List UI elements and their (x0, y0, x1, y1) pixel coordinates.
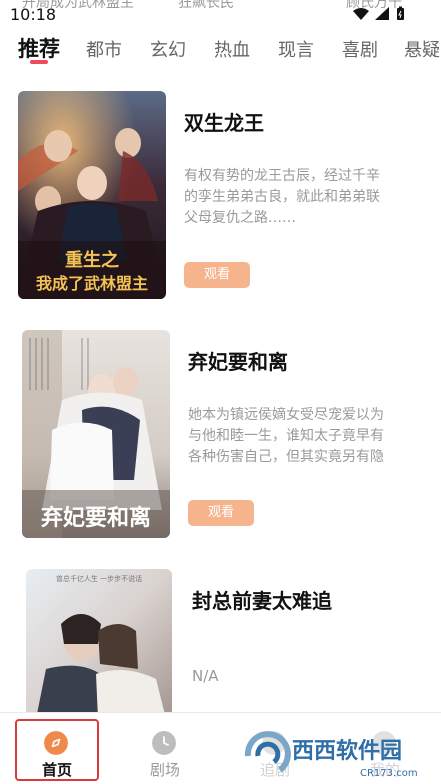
drama-poster[interactable]: 曾总千亿人生 一步步不说话 (26, 569, 172, 719)
watch-button[interactable]: 观看 (188, 500, 254, 526)
drama-title[interactable]: 弃妃要和离 (188, 346, 288, 375)
tab-fantasy[interactable]: 玄幻 (150, 36, 186, 62)
drama-description: 她本为镇远侯嫡女受尽宠爱以为 与他和睦一生，谁知太子竟早有 各种伤害自己，但其实… (188, 405, 441, 468)
tab-mystery[interactable]: 悬疑 (404, 36, 440, 62)
signal-icon (375, 7, 389, 20)
tab-city[interactable]: 都市 (86, 36, 122, 62)
drama-description: 有权有势的龙王古辰，经过千辛 的孪生弟弟古良，就此和弟弟联 父母复仇之路…… (184, 166, 441, 229)
tab-recommend[interactable]: 推荐 (18, 33, 60, 63)
status-bar: 开局成为武林盟主 狂飙长民 顾氏万千 10:18 (0, 0, 441, 26)
watermark-text: 西西软件园 (292, 738, 402, 764)
drama-description: N/A (192, 666, 441, 687)
clock-icon (152, 731, 176, 755)
drama-title[interactable]: 双生龙王 (184, 107, 264, 136)
ghost-banner-text: 狂飙长民 (178, 0, 234, 11)
wifi-icon (353, 8, 369, 20)
category-tabs: 推荐 都市 玄幻 热血 现言 喜剧 悬疑 (0, 30, 441, 70)
tab-action[interactable]: 热血 (214, 36, 250, 62)
battery-icon (397, 6, 404, 20)
tab-comedy[interactable]: 喜剧 (342, 36, 378, 62)
description-line: N/A (192, 667, 219, 685)
poster-title-text: 重生之 (65, 249, 119, 271)
watch-button[interactable]: 观看 (184, 262, 250, 288)
drama-poster[interactable]: 重生之 我成了武林盟主 (18, 91, 166, 299)
nav-theater[interactable]: 剧场 (125, 713, 205, 783)
description-line: 有权有势的龙王古辰，经过千辛 (184, 168, 380, 184)
watermark-url: CR173.com (360, 768, 418, 779)
poster-title-text: 弃妃要和离 (41, 505, 151, 531)
drama-title[interactable]: 封总前妻太难追 (192, 585, 332, 614)
description-line: 的孪生弟弟古良，就此和弟弟联 (184, 189, 380, 205)
description-line: 父母复仇之路…… (184, 210, 296, 226)
watermark-logo: 西西软件园 CR173.com (240, 728, 440, 784)
tab-modern-romance[interactable]: 现言 (278, 36, 314, 62)
nav-label: 剧场 (149, 761, 180, 779)
drama-poster[interactable]: 弃妃要和离 (22, 330, 170, 538)
poster-title-text: 曾总千亿人生 一步步不说话 (56, 574, 142, 583)
svg-text:我成了武林盟主: 我成了武林盟主 (36, 274, 148, 293)
description-line: 与他和睦一生，谁知太子竟早有 (188, 428, 384, 444)
status-icons (353, 6, 404, 20)
selection-highlight-box (15, 719, 99, 781)
status-time: 10:18 (10, 5, 57, 24)
description-line: 各种伤害自己，但其实竟另有隐 (188, 449, 384, 465)
active-tab-indicator (30, 60, 48, 64)
description-line: 她本为镇远侯嫡女受尽宠爱以为 (188, 407, 384, 423)
